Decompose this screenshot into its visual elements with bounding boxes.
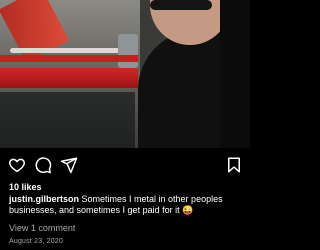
photo-clamp [118, 34, 138, 68]
photo-rail [10, 48, 128, 53]
like-count[interactable]: 10 likes [9, 182, 42, 192]
heart-icon[interactable] [8, 156, 26, 174]
send-icon[interactable] [60, 156, 78, 174]
comment-icon[interactable] [34, 156, 52, 174]
post-date: August 23, 2020 [9, 238, 63, 245]
post-actions [0, 156, 250, 176]
caption-username[interactable]: justin.gilbertson [9, 194, 79, 204]
post-caption: justin.gilbertson Sometimes I metal in o… [9, 194, 243, 216]
post-photo[interactable] [0, 0, 250, 148]
view-comments-link[interactable]: View 1 comment [9, 223, 75, 233]
bookmark-icon[interactable] [225, 156, 243, 174]
photo-red-bar [0, 55, 138, 62]
photo-glasses [150, 0, 212, 10]
photo-red-brake [0, 68, 138, 88]
photo-shadow [220, 0, 250, 148]
photo-metal-sheet [0, 92, 135, 148]
